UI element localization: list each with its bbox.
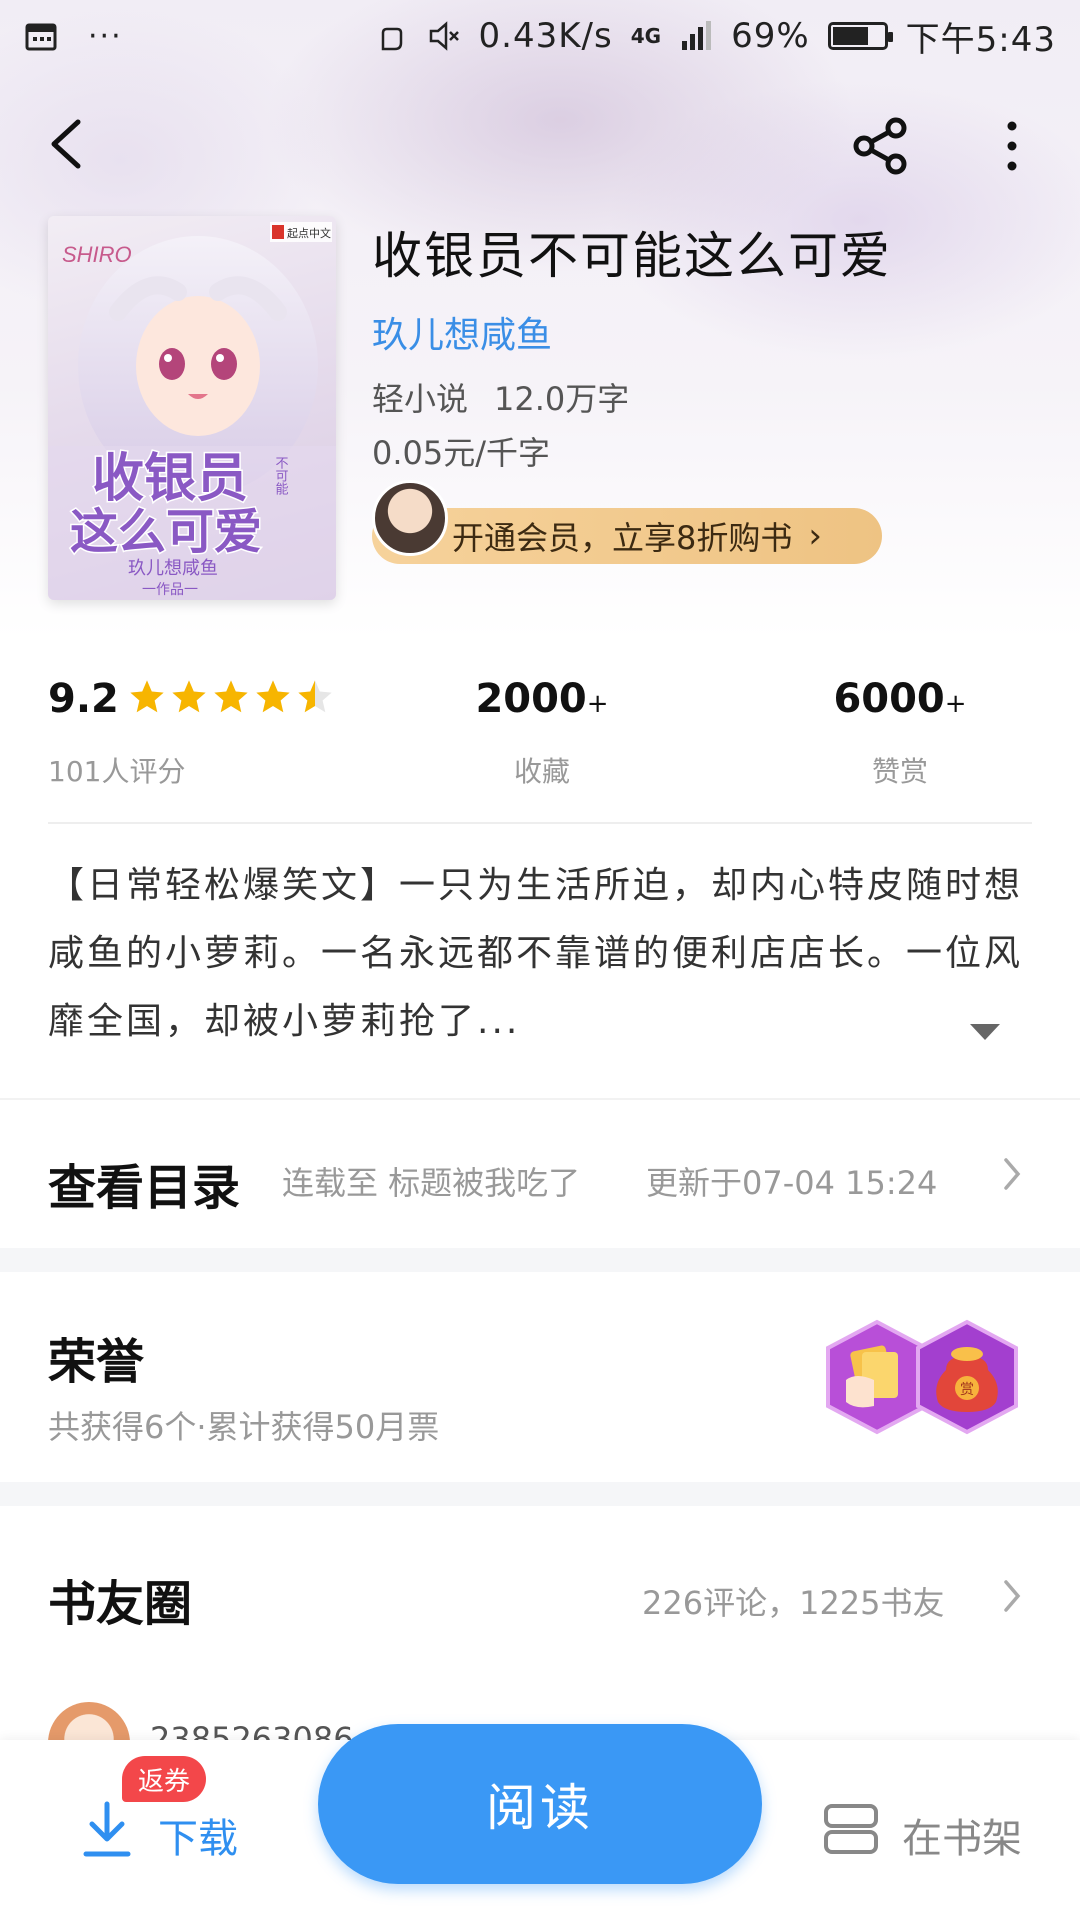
reward-bag-text: 赏 (960, 1382, 974, 1398)
book-intro[interactable]: 【日常轻松爆笑文】一只为生活所迫，却内心特皮随时想咸鱼的小萝莉。一名永远都不靠谱… (48, 852, 1032, 1056)
book-circle-stats: 226评论，1225书友 (642, 1584, 945, 1622)
book-title: 收银员不可能这么可爱 (372, 227, 892, 285)
status-bar: ··· 0.43K/s 4G 69% 下午5:43 (0, 0, 1080, 72)
book-word-count: 12.0万字 (494, 380, 630, 418)
rating-score: 9.2 (48, 676, 119, 722)
on-shelf-label: 在书架 (902, 1816, 1022, 1862)
vip-promo-banner[interactable]: 开通会员，立享8折购书 › (372, 508, 882, 564)
rating-stars (128, 678, 334, 716)
rewards-count: 6000+ (833, 676, 967, 722)
chevron-right-icon: › (808, 516, 822, 556)
book-stats: 9.2 101人评分 2000+ 收藏 6000+ 赞赏 (48, 676, 1032, 788)
book-cover[interactable]: SHIRO 起点中文 收银员 不可能 这么可爱 玖儿想咸鱼 一作品一 (48, 216, 336, 600)
read-button[interactable]: 阅读 (318, 1724, 762, 1884)
honor-row[interactable]: 荣誉 共获得6个·累计获得50月票 赏 (0, 1272, 1080, 1482)
gesture-icon (381, 27, 402, 51)
signal-icon (682, 21, 712, 50)
section-gap (0, 1482, 1080, 1506)
reward-bag-badge-icon: 赏 (916, 1319, 1018, 1435)
honor-subtitle: 共获得6个·累计获得50月票 (48, 1408, 440, 1446)
chevron-right-icon (1004, 1580, 1021, 1612)
favorites-count: 2000+ (475, 676, 609, 722)
bookshelf-icon (824, 1804, 878, 1854)
cover-title-line2: 这么可爱 (70, 504, 262, 560)
share-icon[interactable] (850, 114, 914, 178)
cover-title-line1: 收银员 (92, 449, 248, 509)
network-type: 4G (630, 24, 662, 48)
book-category: 轻小说 (372, 380, 469, 418)
star-icon (130, 680, 164, 713)
section-gap (0, 1248, 1080, 1272)
cover-title-small: 不可能 (273, 456, 289, 495)
vip-avatar (372, 480, 448, 556)
favorites-label: 收藏 (513, 755, 570, 788)
book-price: 0.05元/千字 (372, 434, 551, 472)
download-label: 下载 (158, 1816, 238, 1862)
more-notifications-icon: ··· (88, 18, 123, 54)
cover-illustration: SHIRO 起点中文 收银员 不可能 这么可爱 玖儿想咸鱼 一作品一 (48, 222, 336, 600)
book-circle-row[interactable]: 书友圈 226评论，1225书友 2385263086 (0, 1506, 1080, 1784)
star-icon (298, 680, 332, 713)
nav-bar (0, 100, 1080, 190)
clock: 下午5:43 (905, 19, 1056, 60)
expand-caret-icon[interactable] (970, 1024, 1000, 1042)
table-of-contents-row[interactable]: 查看目录 连载至 标题被我吃了 更新于07-04 15:24 (0, 1098, 1080, 1248)
star-icon (214, 680, 248, 713)
star-icon (172, 680, 206, 713)
download-icon (83, 1801, 131, 1857)
book-meta: 轻小说 12.0万字 (372, 374, 629, 420)
on-shelf-button[interactable]: 在书架 (822, 1788, 1042, 1878)
favorites-stat[interactable]: 2000+ 收藏 (442, 676, 642, 790)
honor-title: 荣誉 (48, 1334, 145, 1390)
cover-author: 玖儿想咸鱼 (128, 558, 218, 579)
book-circle-title: 书友圈 (48, 1576, 193, 1632)
rating-count: 101人评分 (48, 755, 186, 788)
battery-percent: 69% (731, 16, 810, 56)
more-options-icon[interactable] (990, 114, 1034, 178)
divider (48, 822, 1032, 824)
cover-publisher-badge: 起点中文 (287, 226, 331, 240)
toc-updated-time: 更新于07-04 15:24 (646, 1164, 938, 1202)
coupon-badge: 返券 (122, 1756, 207, 1802)
cover-work: 一作品一 (142, 582, 198, 598)
author-link[interactable]: 玖儿想咸鱼 (372, 306, 552, 358)
net-speed: 0.43K/s (478, 16, 613, 56)
star-icon (256, 680, 290, 713)
rewards-label: 赞赏 (871, 755, 928, 788)
cover-name-text: SHIRO (62, 242, 132, 267)
back-icon[interactable] (40, 114, 100, 174)
chevron-right-icon (1004, 1158, 1021, 1190)
battery-icon (827, 22, 893, 50)
toc-latest-chapter: 连载至 标题被我吃了 (282, 1164, 581, 1202)
vip-promo-text: 开通会员，立享8折购书 (452, 519, 793, 557)
calendar-icon (25, 23, 57, 51)
toc-title: 查看目录 (48, 1160, 241, 1216)
rewards-stat[interactable]: 6000+ 赞赏 (800, 676, 1000, 790)
mute-icon (429, 21, 459, 51)
